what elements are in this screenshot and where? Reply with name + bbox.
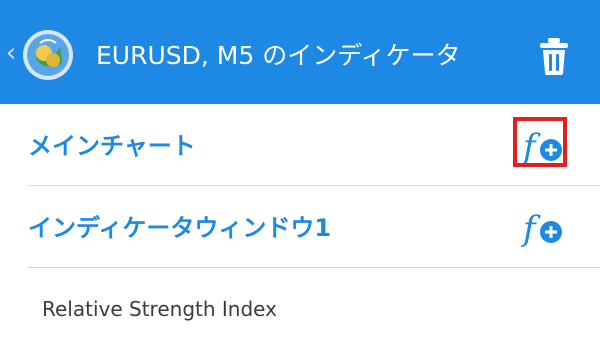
- metatrader-logo-icon[interactable]: [22, 29, 74, 81]
- section-label-indicator-window-1: インディケータウィンドウ1: [28, 214, 332, 242]
- chevron-left-icon[interactable]: ‹: [2, 38, 20, 68]
- add-function-icon[interactable]: f: [515, 202, 567, 254]
- svg-text:f: f: [520, 209, 541, 249]
- indicator-label: Relative Strength Index: [42, 297, 277, 321]
- indicator-item-rsi[interactable]: Relative Strength Index: [0, 268, 600, 352]
- indicators-screen: ‹ EURUSD, M5 のインディケータ メインチャート f インディケータウ…: [0, 0, 600, 352]
- section-main-chart: メインチャート f: [0, 104, 600, 186]
- section-label-main-chart: メインチャート: [28, 132, 196, 160]
- trash-icon[interactable]: [536, 36, 572, 76]
- highlight-box: [513, 117, 567, 167]
- app-bar: ‹ EURUSD, M5 のインディケータ: [0, 0, 600, 104]
- section-indicator-window-1: インディケータウィンドウ1 f: [0, 186, 600, 268]
- page-title: EURUSD, M5 のインディケータ: [96, 41, 461, 70]
